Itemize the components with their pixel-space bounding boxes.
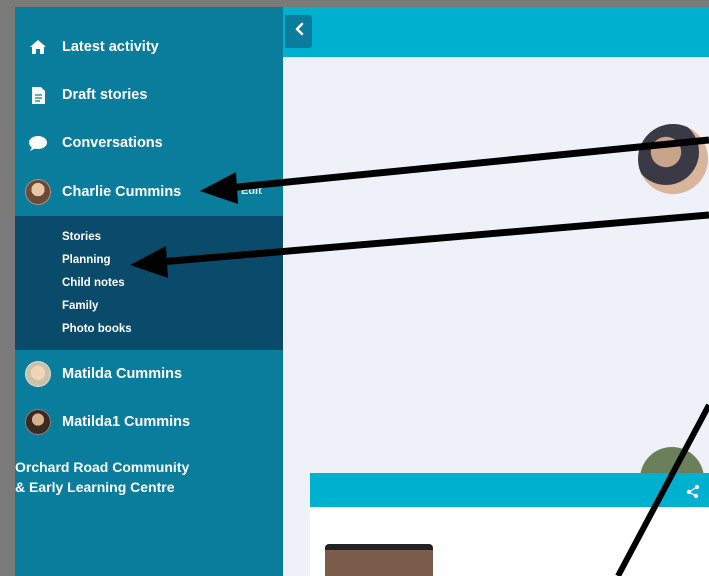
child-name: Matilda Cummins — [62, 366, 183, 382]
sidebar-item-matilda-cummins[interactable]: Matilda Cummins — [15, 360, 283, 388]
child-avatar — [25, 361, 51, 387]
family-avatar — [638, 124, 708, 194]
centre-name-line1: Orchard Road Community — [15, 459, 190, 475]
centre-name-line2: & Early Learning Centre — [15, 479, 175, 495]
child-avatar — [25, 179, 51, 205]
submenu-item-planning[interactable]: Planning — [62, 254, 111, 266]
sidebar-item-label: Latest activity — [62, 39, 159, 55]
child-name: Matilda1 Cummins — [62, 414, 191, 430]
submenu-item-family[interactable]: Family — [62, 300, 98, 312]
submenu-item-photo-books[interactable]: Photo books — [62, 323, 132, 335]
sidebar-item-latest-activity[interactable]: Latest activity — [15, 36, 283, 58]
child-avatar — [25, 409, 51, 435]
home-icon — [27, 36, 49, 58]
sidebar-item-matilda1-cummins[interactable]: Matilda1 Cummins — [15, 408, 283, 436]
sidebar-item-label: Conversations — [62, 135, 163, 151]
share-icon[interactable] — [683, 481, 703, 501]
child-submenu: Stories Planning Child notes Family Phot… — [15, 216, 283, 350]
child-name: Charlie Cummins — [62, 184, 182, 200]
chevron-left-icon — [294, 22, 304, 41]
top-bar — [283, 7, 709, 57]
chat-bubble-icon — [27, 132, 49, 154]
submenu-item-stories[interactable]: Stories — [62, 231, 101, 243]
story-card-header — [310, 473, 709, 507]
sidebar-item-centre[interactable]: Orchard Road Community & Early Learning … — [15, 457, 283, 497]
edit-child-link[interactable]: Edit — [241, 185, 262, 197]
collapse-sidebar-button[interactable] — [285, 15, 312, 48]
app-window: Latest activity Draft stories Conversati… — [15, 7, 709, 576]
document-icon — [27, 84, 49, 106]
sidebar-item-draft-stories[interactable]: Draft stories — [15, 84, 283, 106]
sidebar: Latest activity Draft stories Conversati… — [15, 7, 283, 576]
sidebar-item-conversations[interactable]: Conversations — [15, 132, 283, 154]
story-thumbnail — [325, 544, 433, 576]
sidebar-item-label: Draft stories — [62, 87, 148, 103]
submenu-item-child-notes[interactable]: Child notes — [62, 277, 125, 289]
